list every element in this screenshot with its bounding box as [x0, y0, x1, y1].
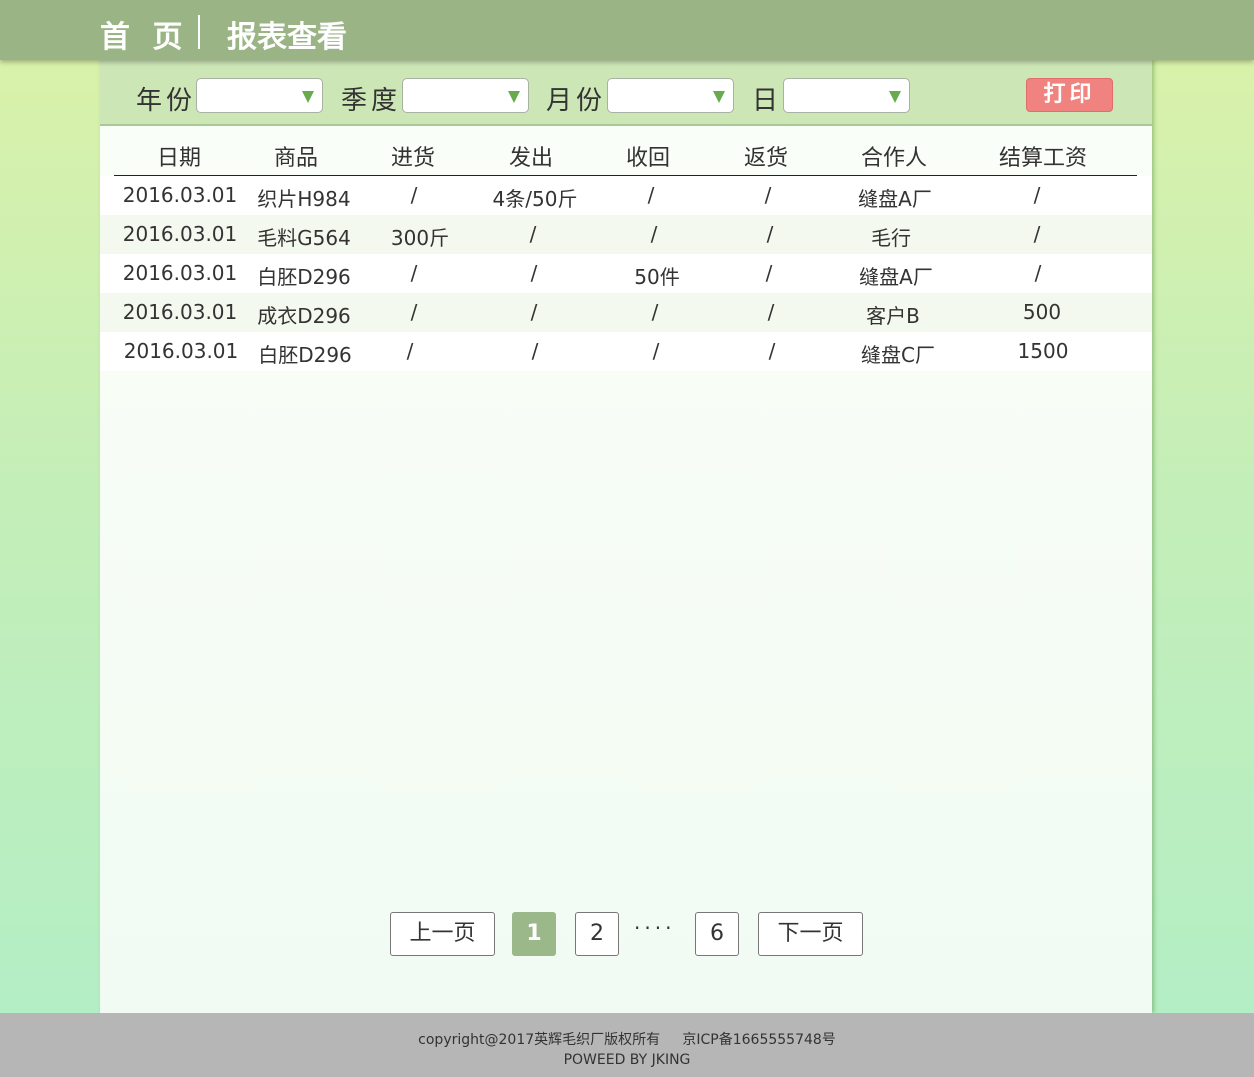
- cell-partner: 毛行: [871, 226, 911, 250]
- cell-wage: 1500: [1017, 339, 1069, 363]
- footer: copyright@2017英辉毛织厂版权所有 京ICP备1665555748号…: [0, 1013, 1254, 1077]
- footer-powered-by: POWEED BY JKING: [563, 1052, 691, 1068]
- cell-purchase: /: [410, 300, 418, 324]
- cell-wage: /: [1033, 183, 1041, 207]
- col-header-partner: 合作人: [860, 146, 928, 171]
- day-label: 日: [752, 86, 783, 116]
- cell-product: 毛料G564: [257, 226, 351, 250]
- cell-sent: /: [529, 222, 537, 246]
- page-button-current[interactable]: 1: [512, 912, 556, 956]
- cell-product: 白胚D296: [257, 265, 351, 289]
- cell-partner: 缝盘C厂: [861, 343, 935, 367]
- day-select[interactable]: [783, 78, 910, 113]
- cell-date: 2016.03.01: [122, 183, 238, 207]
- main-panel: 年份 季度 月份 日 打印 日期 商品 进货 发出 收回 返货 合作人 结算工资…: [100, 60, 1152, 1013]
- cell-wage: /: [1034, 261, 1042, 285]
- cell-product: 织片H984: [257, 187, 351, 211]
- dropdown-arrow-icon: [713, 91, 725, 103]
- cell-received: 50件: [634, 265, 680, 289]
- cell-received: /: [647, 183, 655, 207]
- cell-product: 白胚D296: [258, 343, 352, 367]
- cell-returned: /: [766, 222, 774, 246]
- year-label: 年份: [136, 86, 197, 116]
- cell-received: /: [652, 339, 660, 363]
- year-select[interactable]: [196, 78, 323, 113]
- nav-home-link[interactable]: 首 页: [100, 12, 188, 56]
- cell-returned: /: [764, 183, 772, 207]
- season-select[interactable]: [402, 78, 529, 113]
- cell-partner: 缝盘A厂: [858, 187, 932, 211]
- table-row[interactable]: 2016.03.01 织片H984 / 4条/50斤 / / 缝盘A厂 /: [100, 176, 1152, 215]
- cell-purchase: /: [410, 183, 418, 207]
- col-header-product: 商品: [273, 146, 319, 171]
- cell-date: 2016.03.01: [123, 339, 239, 363]
- table-row[interactable]: 2016.03.01 白胚D296 / / 50件 / 缝盘A厂 /: [100, 254, 1152, 293]
- cell-date: 2016.03.01: [122, 222, 238, 246]
- col-header-returned: 返货: [743, 146, 789, 171]
- next-page-button[interactable]: 下一页: [758, 912, 863, 956]
- season-label: 季度: [341, 86, 402, 116]
- cell-sent: /: [530, 261, 538, 285]
- col-header-wage: 结算工资: [998, 146, 1088, 171]
- cell-purchase: 300斤: [390, 226, 450, 250]
- cell-purchase: /: [410, 261, 418, 285]
- cell-returned: /: [767, 300, 775, 324]
- cell-received: /: [651, 300, 659, 324]
- month-select[interactable]: [607, 78, 734, 113]
- cell-product: 成衣D296: [257, 304, 351, 328]
- cell-partner: 客户B: [866, 304, 920, 328]
- cell-partner: 缝盘A厂: [859, 265, 933, 289]
- print-button[interactable]: 打印: [1026, 78, 1113, 112]
- cell-sent: 4条/50斤: [492, 187, 578, 211]
- cell-purchase: /: [406, 339, 414, 363]
- pagination-ellipsis: ····: [634, 916, 676, 940]
- top-nav-bar: 首 页 报表查看: [0, 0, 1254, 60]
- prev-page-button[interactable]: 上一页: [390, 912, 495, 956]
- cell-date: 2016.03.01: [122, 261, 238, 285]
- nav-report-link[interactable]: 报表查看: [227, 12, 347, 56]
- table-row[interactable]: 2016.03.01 毛料G564 300斤 / / / 毛行 /: [100, 215, 1152, 254]
- page-button-2[interactable]: 2: [575, 912, 619, 956]
- cell-date: 2016.03.01: [122, 300, 238, 324]
- dropdown-arrow-icon: [508, 91, 520, 103]
- filter-bar: 年份 季度 月份 日 打印: [100, 60, 1152, 126]
- cell-wage: 500: [1022, 300, 1062, 324]
- table-row[interactable]: 2016.03.01 白胚D296 / / / / 缝盘C厂 1500: [100, 332, 1152, 371]
- col-header-received: 收回: [625, 146, 671, 171]
- table-header: 日期 商品 进货 发出 收回 返货 合作人 结算工资: [114, 136, 1137, 176]
- cell-received: /: [650, 222, 658, 246]
- col-header-purchase: 进货: [390, 146, 436, 171]
- cell-returned: /: [768, 339, 776, 363]
- cell-wage: /: [1033, 222, 1041, 246]
- table-row[interactable]: 2016.03.01 成衣D296 / / / / 客户B 500: [100, 293, 1152, 332]
- dropdown-arrow-icon: [889, 91, 901, 103]
- footer-copyright: copyright@2017英辉毛织厂版权所有 京ICP备1665555748号: [418, 1032, 836, 1048]
- col-header-sent: 发出: [508, 146, 554, 171]
- cell-returned: /: [765, 261, 773, 285]
- nav-divider: [198, 15, 200, 49]
- dropdown-arrow-icon: [302, 91, 314, 103]
- cell-sent: /: [531, 339, 539, 363]
- page-button-last[interactable]: 6: [695, 912, 739, 956]
- cell-sent: /: [530, 300, 538, 324]
- month-label: 月份: [546, 86, 607, 116]
- col-header-date: 日期: [156, 146, 202, 171]
